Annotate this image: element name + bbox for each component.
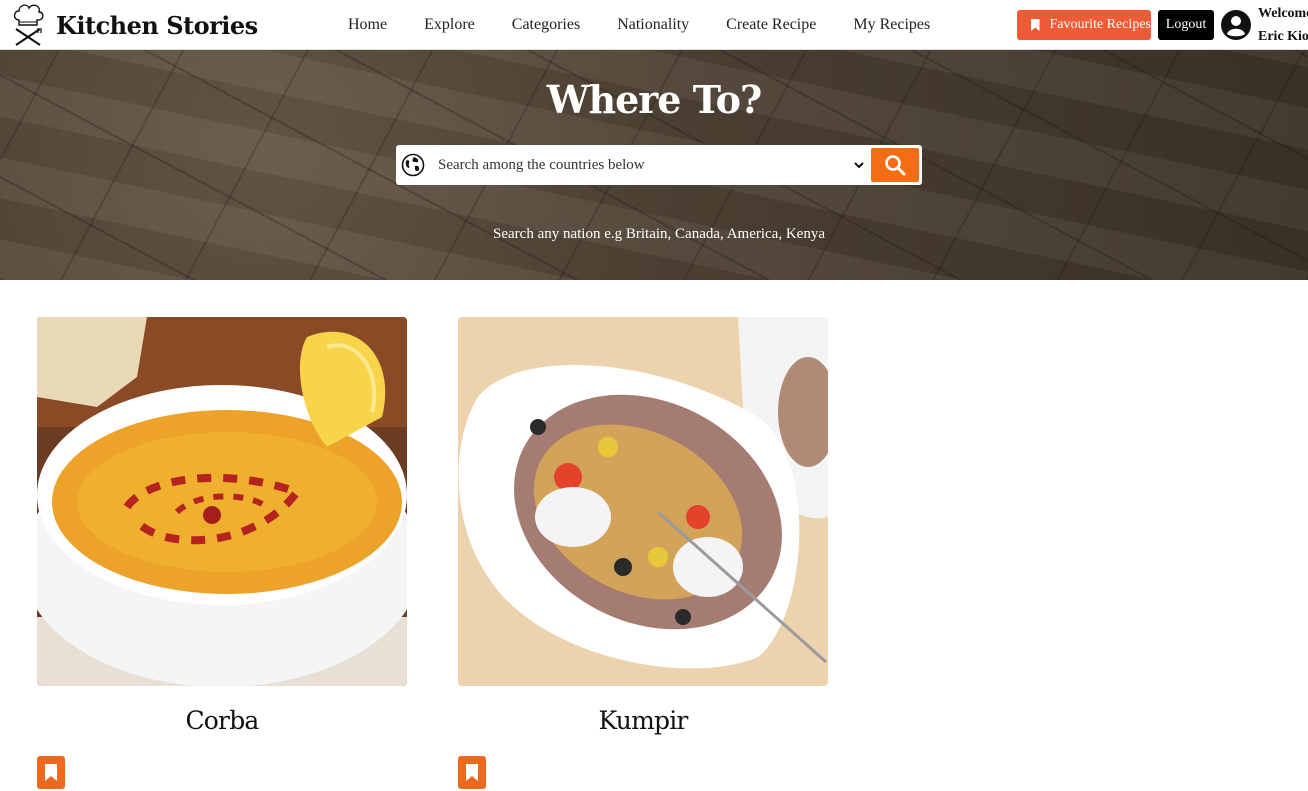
globe-icon (401, 153, 425, 177)
recipe-card[interactable]: Kumpir (458, 317, 828, 789)
recipe-image[interactable] (458, 317, 828, 686)
hero-banner: Where To? Search among the countries bel… (0, 50, 1308, 280)
nav-link-my-recipes[interactable]: My Recipes (853, 16, 930, 34)
search-button[interactable] (871, 148, 919, 182)
recipe-card[interactable]: Corba (37, 317, 407, 789)
nav-link-categories[interactable]: Categories (512, 16, 580, 34)
welcome-text: Welcome Eric Kiok (1258, 2, 1308, 48)
navbar: Kitchen Stories Home Explore Categories … (0, 0, 1308, 50)
nav-links: Home Explore Categories Nationality Crea… (330, 0, 967, 50)
welcome-username: Eric Kiok (1258, 29, 1308, 44)
recipe-title[interactable]: Corba (37, 706, 407, 735)
nav-link-create-recipe[interactable]: Create Recipe (726, 16, 816, 34)
bookmark-icon (466, 764, 478, 781)
country-search-box: Search among the countries below (396, 145, 922, 185)
chevron-down-icon[interactable] (853, 160, 865, 170)
recipe-title[interactable]: Kumpir (458, 706, 828, 735)
logout-button[interactable]: Logout (1158, 10, 1214, 40)
bookmark-icon (45, 764, 57, 781)
favourite-recipes-label: Favourite Recipes (1049, 17, 1151, 32)
bookmark-button[interactable] (458, 756, 486, 789)
search-icon (885, 155, 906, 176)
brand[interactable]: Kitchen Stories (10, 3, 258, 47)
recipe-image[interactable] (37, 317, 407, 686)
favourite-recipes-button[interactable]: Favourite Recipes (1017, 10, 1151, 40)
hero-title: Where To? (546, 77, 762, 122)
nav-link-home[interactable]: Home (348, 16, 387, 34)
brand-name: Kitchen Stories (56, 10, 258, 40)
search-hint: Search any nation e.g Britain, Canada, A… (493, 226, 825, 242)
welcome-greeting: Welcome (1258, 6, 1308, 21)
chef-hat-logo-icon (13, 4, 44, 46)
bookmark-button[interactable] (37, 756, 65, 789)
nav-link-explore[interactable]: Explore (424, 16, 475, 34)
bookmark-icon (1031, 19, 1040, 31)
user-avatar-icon[interactable] (1221, 10, 1251, 40)
nav-link-nationality[interactable]: Nationality (617, 16, 689, 34)
country-search-select[interactable]: Search among the countries below (438, 145, 838, 185)
